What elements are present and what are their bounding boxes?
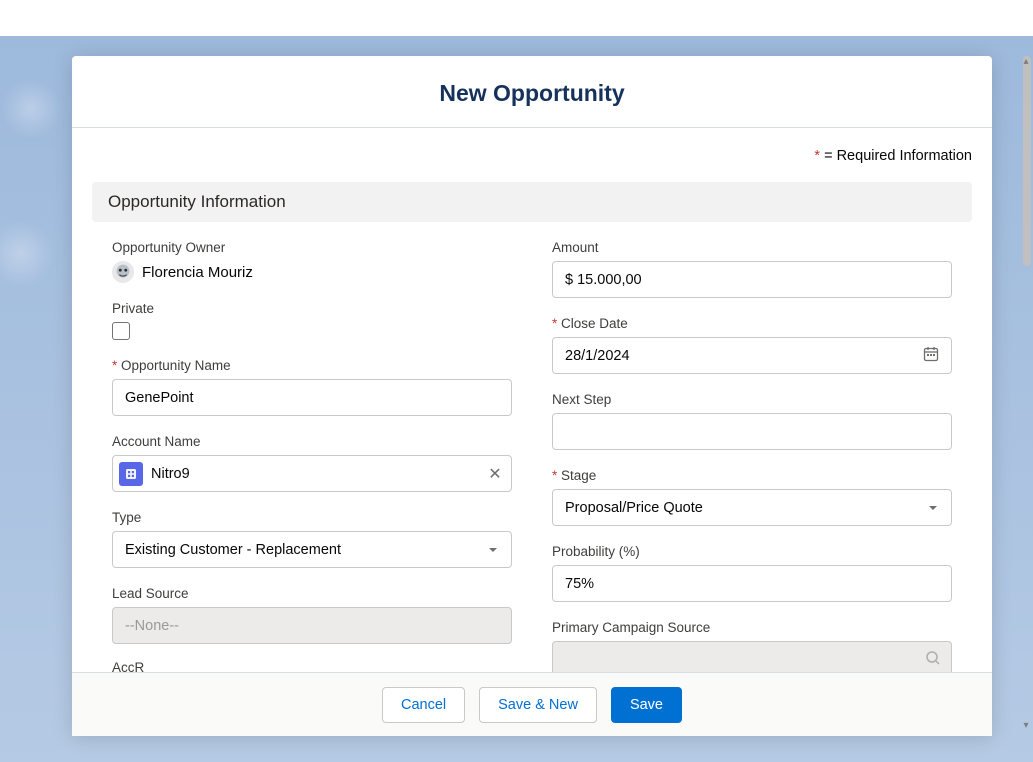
amount-input[interactable] xyxy=(552,261,952,298)
left-column: Opportunity Owner Florencia Mouriz xyxy=(112,240,512,696)
type-select[interactable]: Existing Customer - Replacement xyxy=(112,531,512,568)
field-private: Private xyxy=(112,301,512,340)
search-icon xyxy=(925,650,941,670)
field-close-date: * Close Date 28/1/2024 xyxy=(552,316,952,374)
scroll-arrow-up-icon[interactable]: ▴ xyxy=(1019,56,1033,70)
new-opportunity-modal: New Opportunity * = Required Information… xyxy=(72,56,992,736)
save-button[interactable]: Save xyxy=(611,687,682,723)
next-step-label: Next Step xyxy=(552,392,952,407)
probability-input[interactable] xyxy=(552,565,952,602)
required-star-icon: * xyxy=(814,148,820,164)
clear-account-icon[interactable]: ✕ xyxy=(485,464,505,484)
field-stage: * Stage Proposal/Price Quote xyxy=(552,468,952,526)
modal-body: * = Required Information Opportunity Inf… xyxy=(72,128,992,736)
right-column: Amount * Close Date 28/1/2024 xyxy=(552,240,952,696)
private-label: Private xyxy=(112,301,512,316)
field-opportunity-name: * Opportunity Name xyxy=(112,358,512,416)
account-name-lookup[interactable]: Nitro9 ✕ xyxy=(112,455,512,492)
lead-source-select[interactable]: --None-- xyxy=(112,607,512,644)
lead-source-value: --None-- xyxy=(125,618,179,634)
lead-source-label: Lead Source xyxy=(112,586,512,601)
section-opportunity-information: Opportunity Information xyxy=(92,182,972,222)
owner-display: Florencia Mouriz xyxy=(112,261,512,283)
type-value: Existing Customer - Replacement xyxy=(125,542,341,558)
opportunity-name-input[interactable] xyxy=(112,379,512,416)
modal-header: New Opportunity xyxy=(72,56,992,128)
private-checkbox[interactable] xyxy=(112,322,130,340)
field-account-name: Account Name Nitro9 ✕ xyxy=(112,434,512,492)
avatar xyxy=(112,261,134,283)
stage-value: Proposal/Price Quote xyxy=(565,500,703,516)
account-name-label: Account Name xyxy=(112,434,512,449)
modal-footer: Cancel Save & New Save xyxy=(72,672,992,736)
close-date-value: 28/1/2024 xyxy=(565,348,630,364)
cancel-button[interactable]: Cancel xyxy=(382,687,465,723)
scrollbar-thumb[interactable] xyxy=(1023,56,1031,266)
field-type: Type Existing Customer - Replacement xyxy=(112,510,512,568)
opportunity-name-label: * Opportunity Name xyxy=(112,358,512,373)
opportunity-name-label-text: Opportunity Name xyxy=(121,358,231,373)
close-date-input[interactable]: 28/1/2024 xyxy=(552,337,952,374)
top-white-bar xyxy=(0,0,1033,36)
type-label: Type xyxy=(112,510,512,525)
stage-label: * Stage xyxy=(552,468,952,483)
field-owner: Opportunity Owner Florencia Mouriz xyxy=(112,240,512,283)
stage-select[interactable]: Proposal/Price Quote xyxy=(552,489,952,526)
primary-campaign-label: Primary Campaign Source xyxy=(552,620,952,635)
close-date-label-text: Close Date xyxy=(561,316,628,331)
field-amount: Amount xyxy=(552,240,952,298)
account-name-value: Nitro9 xyxy=(151,466,477,482)
amount-label: Amount xyxy=(552,240,952,255)
close-date-label: * Close Date xyxy=(552,316,952,331)
field-next-step: Next Step xyxy=(552,392,952,450)
field-probability: Probability (%) xyxy=(552,544,952,602)
account-icon xyxy=(119,462,143,486)
required-star-icon: * xyxy=(552,316,557,331)
required-star-icon: * xyxy=(112,358,117,373)
field-primary-campaign: Primary Campaign Source xyxy=(552,620,952,678)
astro-avatar-icon xyxy=(112,261,134,283)
probability-label: Probability (%) xyxy=(552,544,952,559)
chevron-down-icon xyxy=(487,544,499,556)
owner-label: Opportunity Owner xyxy=(112,240,512,255)
field-lead-source: Lead Source --None-- xyxy=(112,586,512,644)
scroll-arrow-down-icon[interactable]: ▾ xyxy=(1019,720,1033,734)
save-and-new-button[interactable]: Save & New xyxy=(479,687,597,723)
modal-title: New Opportunity xyxy=(72,80,992,107)
owner-name: Florencia Mouriz xyxy=(142,264,253,281)
stage-label-text: Stage xyxy=(561,468,596,483)
required-info-note: * = Required Information xyxy=(92,128,972,182)
calendar-icon[interactable] xyxy=(923,346,939,366)
required-star-icon: * xyxy=(552,468,557,483)
required-info-text: = Required Information xyxy=(824,148,972,164)
form-grid: Opportunity Owner Florencia Mouriz xyxy=(92,240,972,696)
next-step-input[interactable] xyxy=(552,413,952,450)
chevron-down-icon xyxy=(927,502,939,514)
